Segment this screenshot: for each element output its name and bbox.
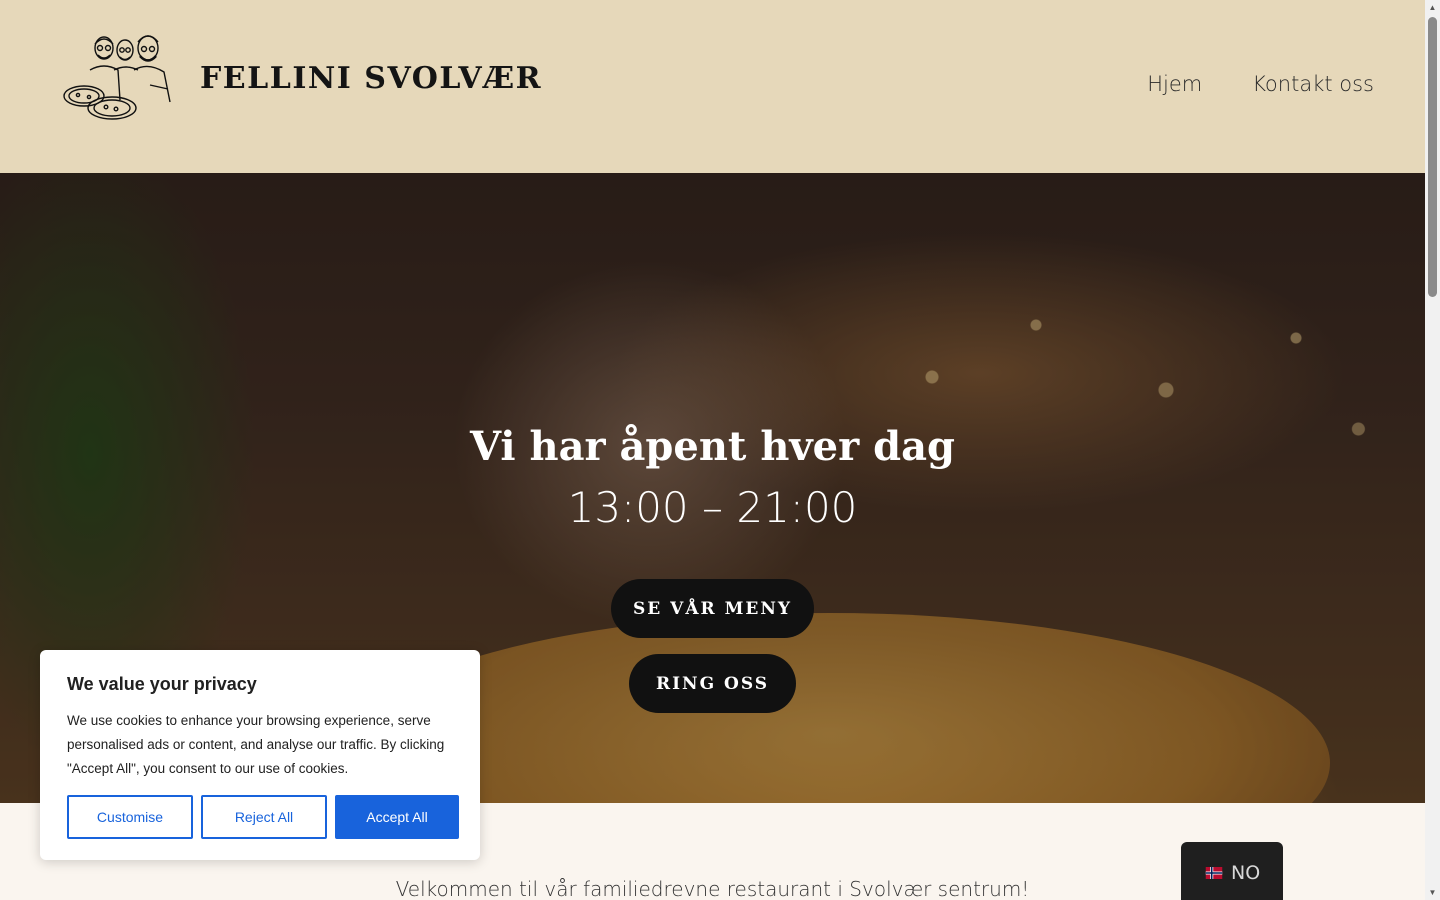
scrollbar-thumb[interactable]	[1428, 17, 1437, 297]
cookie-description: We use cookies to enhance your browsing …	[67, 713, 445, 776]
call-us-button[interactable]: RING OSS	[629, 654, 796, 713]
logo-link[interactable]: FELLINI SVOLVÆR	[62, 30, 542, 126]
reject-all-button[interactable]: Reject All	[201, 795, 327, 839]
site-header: FELLINI SVOLVÆR Hjem Kontakt oss	[0, 0, 1425, 173]
language-label: NO	[1231, 862, 1261, 884]
cookie-actions: Customise Reject All Accept All	[67, 795, 459, 839]
see-menu-button[interactable]: SE VÅR MENY	[611, 579, 814, 638]
norway-flag-icon	[1205, 867, 1223, 879]
hero-title: Vi har åpent hver dag	[470, 423, 955, 470]
customise-button[interactable]: Customise	[67, 795, 193, 839]
scroll-up-arrow-icon[interactable]: ▲	[1425, 0, 1440, 15]
cookie-consent-banner: We value your privacy We use cookies to …	[40, 650, 480, 860]
scrollbar[interactable]: ▲ ▼	[1425, 0, 1440, 900]
logo-illustration	[63, 35, 171, 120]
accept-all-button[interactable]: Accept All	[335, 795, 459, 839]
opening-hours: 13:00 – 21:00	[567, 483, 858, 532]
nav-item-hjem[interactable]: Hjem	[1147, 72, 1202, 96]
language-switcher[interactable]: NO	[1181, 842, 1283, 900]
brand-name[interactable]: FELLINI SVOLVÆR	[200, 61, 542, 96]
main-nav: Hjem Kontakt oss	[1147, 72, 1374, 96]
nav-item-kontakt[interactable]: Kontakt oss	[1252, 72, 1374, 96]
cookie-title: We value your privacy	[67, 674, 257, 694]
scroll-down-arrow-icon[interactable]: ▼	[1425, 885, 1440, 900]
